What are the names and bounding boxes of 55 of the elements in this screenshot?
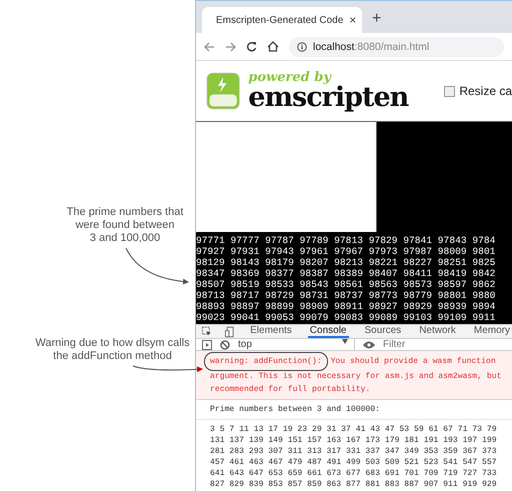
url-host: localhost bbox=[313, 40, 354, 52]
console-output-line: 281 283 293 307 311 313 317 331 337 347 349 353 359 367 373 bbox=[210, 446, 498, 457]
console-output-line: 641 643 647 653 659 661 673 677 683 691 701 709 719 727 733 bbox=[210, 468, 498, 479]
warning-text: You should provide a wasm function bbox=[330, 356, 496, 368]
console-output-line: 827 829 839 853 857 859 863 877 881 883 887 907 911 919 929 bbox=[210, 479, 498, 490]
info-icon bbox=[297, 42, 307, 52]
console-message: Prime numbers between 3 and 100000: bbox=[196, 400, 512, 420]
eye-icon[interactable] bbox=[363, 340, 375, 348]
close-tab-button[interactable]: × bbox=[349, 13, 356, 27]
output-line: 98893 98897 98899 98909 98911 98927 98929 98939 9894 bbox=[196, 301, 496, 312]
annotation-text: Warning due to how dlsym calls bbox=[35, 337, 190, 350]
checkbox-label: Resize ca bbox=[459, 84, 512, 98]
annotation-text: The prime numbers that bbox=[66, 206, 184, 219]
context-dropdown[interactable]: top bbox=[238, 339, 355, 350]
resize-checkbox[interactable] bbox=[444, 86, 456, 96]
output-line: 98713 98717 98729 98731 98737 98773 98779 98801 9880 bbox=[196, 290, 496, 301]
leader-line bbox=[132, 366, 203, 372]
output-line: 99023 99041 99053 99079 99083 99089 99103 99109 9911 bbox=[196, 312, 496, 323]
reload-icon[interactable] bbox=[246, 41, 257, 52]
warning-text: recommended for full portability. bbox=[210, 384, 372, 396]
output-line: 98507 98519 98533 98543 98561 98563 98573 98597 9862 bbox=[196, 279, 496, 290]
new-tab-button[interactable]: + bbox=[372, 10, 382, 28]
sidebar-icon[interactable] bbox=[202, 340, 212, 350]
browser-tab[interactable]: Emscripten-Generated Code × bbox=[202, 7, 362, 33]
annotation-text: 3 and 100,000 bbox=[90, 232, 160, 245]
clear-icon[interactable] bbox=[220, 340, 230, 350]
address-bar[interactable]: localhost:8080/main.html bbox=[289, 36, 504, 56]
console-output-line: 3 5 7 11 13 17 19 23 29 31 37 41 43 47 53 59 61 67 71 73 79 bbox=[210, 424, 498, 435]
back-icon[interactable] bbox=[204, 42, 215, 52]
devtools-tab[interactable]: Network bbox=[417, 325, 458, 338]
devtools-tab[interactable]: Memory bbox=[472, 325, 512, 338]
annotation-text: were found between bbox=[75, 219, 175, 232]
warning-text: argument. This is not necessary for asm.js and asm2wasm, but bbox=[210, 371, 502, 383]
devtools-tab[interactable]: Elements bbox=[248, 325, 294, 338]
url-path: :8080/main.html bbox=[354, 40, 430, 52]
output-textarea[interactable] bbox=[196, 232, 512, 324]
output-line: 97771 97777 97787 97789 97813 97829 97841 97843 9784 bbox=[196, 235, 496, 246]
logo-wordmark: emscripten bbox=[248, 84, 408, 111]
output-line: 98347 98369 98377 98387 98389 98407 98411 98419 9842 bbox=[196, 268, 496, 279]
devtools-tab[interactable]: Sources bbox=[362, 325, 404, 338]
forward-icon[interactable] bbox=[225, 42, 236, 52]
device-icon[interactable] bbox=[225, 326, 234, 338]
output-line: 97927 97931 97943 97961 97967 97973 97987 98009 9801 bbox=[196, 246, 496, 257]
console-output-line: 457 461 463 467 479 487 491 499 503 509 521 523 541 547 557 bbox=[210, 457, 498, 468]
home-icon[interactable] bbox=[267, 41, 279, 52]
console-output-line: 131 137 139 149 151 157 163 167 173 179 181 191 193 197 199 bbox=[210, 435, 498, 446]
warning-text: warning: addFunction(): bbox=[210, 356, 322, 368]
logo-tagline: powered by bbox=[248, 71, 332, 84]
output-line: 98129 98143 98179 98207 98213 98221 98227 98251 9825 bbox=[196, 257, 496, 268]
tab-title: Emscripten-Generated Code bbox=[216, 14, 344, 26]
inspect-icon[interactable] bbox=[202, 326, 212, 337]
annotation-text: the addFunction method bbox=[53, 350, 172, 363]
devtools-tab[interactable]: Console bbox=[308, 325, 348, 338]
annotation-arrow bbox=[126, 248, 189, 284]
filter-field[interactable]: Filter bbox=[383, 339, 463, 350]
